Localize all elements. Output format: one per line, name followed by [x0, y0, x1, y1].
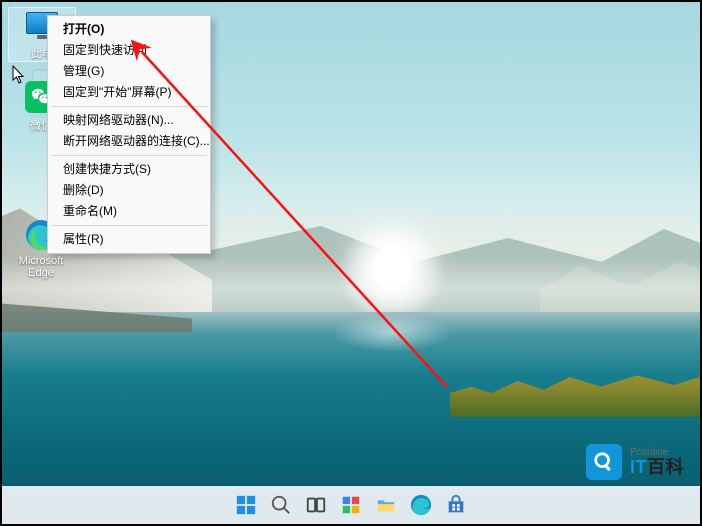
taskbar-widgets-button[interactable]	[338, 492, 364, 518]
menu-item-open[interactable]: 打开(O)	[49, 19, 209, 40]
mouse-cursor-icon	[12, 65, 26, 85]
menu-item-map-drive[interactable]: 映射网络驱动器(N)...	[49, 110, 209, 131]
watermark: Pconline IT百科	[586, 444, 684, 480]
taskbar-explorer-button[interactable]	[373, 492, 399, 518]
taskbar-edge-button[interactable]	[408, 492, 434, 518]
taskbar	[2, 486, 700, 524]
context-menu: 打开(O) 固定到快速访问 管理(G) 固定到"开始"屏幕(P) 映射网络驱动器…	[47, 15, 211, 254]
menu-separator	[51, 106, 207, 107]
menu-separator	[51, 225, 207, 226]
menu-item-pin-start[interactable]: 固定到"开始"屏幕(P)	[49, 82, 209, 103]
taskbar-search-button[interactable]	[268, 492, 294, 518]
menu-item-create-shortcut[interactable]: 创建快捷方式(S)	[49, 159, 209, 180]
taskbar-store-button[interactable]	[443, 492, 469, 518]
menu-item-pin-quick-access[interactable]: 固定到快速访问	[49, 40, 209, 61]
watermark-large-text: IT百科	[630, 458, 684, 476]
menu-item-disconnect-drive[interactable]: 断开网络驱动器的连接(C)...	[49, 131, 209, 152]
taskbar-start-button[interactable]	[233, 492, 259, 518]
menu-item-properties[interactable]: 属性(R)	[49, 229, 209, 250]
menu-item-delete[interactable]: 删除(D)	[49, 180, 209, 201]
menu-item-rename[interactable]: 重命名(M)	[49, 201, 209, 222]
menu-item-manage[interactable]: 管理(G)	[49, 61, 209, 82]
menu-separator	[51, 155, 207, 156]
desktop-icon-label: Microsoft Edge	[8, 255, 74, 279]
watermark-logo-icon	[586, 444, 622, 480]
taskbar-task-view-button[interactable]	[303, 492, 329, 518]
